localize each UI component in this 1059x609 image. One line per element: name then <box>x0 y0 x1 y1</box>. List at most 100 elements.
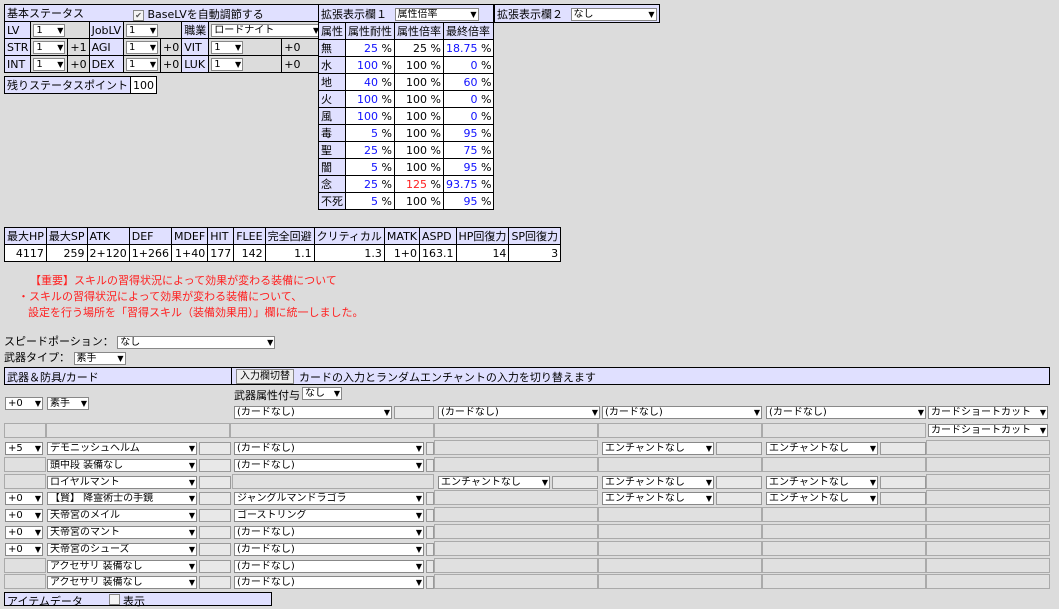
ext1-element: 水 <box>318 56 346 74</box>
equip-enchant-select[interactable]: エンチャントなし <box>602 442 714 455</box>
ext1-resist: 25 <box>364 41 379 55</box>
ext1-final: 0 <box>470 109 478 123</box>
equip-enchant-select[interactable]: エンチャントなし <box>766 476 878 489</box>
equip-refine-select[interactable]: +0 <box>5 509 43 522</box>
equip-enchant-select[interactable]: エンチャントなし <box>602 476 714 489</box>
summary-header: MATK <box>383 227 421 245</box>
stat-str-select[interactable]: 1 <box>33 40 66 54</box>
ext1-row: 地 40 % 100 % 60 % <box>318 73 495 91</box>
equip-item-select[interactable]: 頭中段 装備なし <box>47 459 197 472</box>
equip-refine-select[interactable]: +5 <box>5 442 43 455</box>
equip-card-select[interactable]: (カードなし) <box>234 442 424 455</box>
ext1-element: 風 <box>318 107 346 125</box>
speed-potion-select[interactable]: なし <box>117 335 276 349</box>
equip-card-select[interactable]: ゴーストリング <box>234 509 424 522</box>
summary-value: 142 <box>233 244 266 262</box>
equip-enchant-select[interactable]: エンチャントなし <box>766 492 878 505</box>
equip-enchant-select[interactable]: エンチャントなし <box>602 492 714 505</box>
ext1-element: 聖 <box>318 141 346 159</box>
ext2-title: 拡張表示欄２ <box>497 7 563 21</box>
weapon-card-3-select[interactable]: (カードなし) <box>602 406 762 419</box>
ext1-mult: 100 <box>406 126 428 140</box>
equip-item-select[interactable]: ロイヤルマント <box>47 476 197 489</box>
ext1-resist: 100 <box>357 58 379 72</box>
equip-card-select[interactable]: (カードなし) <box>234 459 424 472</box>
equip-refine-select[interactable]: +0 <box>5 492 43 505</box>
equip-card-select[interactable]: (カードなし) <box>234 526 424 539</box>
ext1-row: 聖 25 % 100 % 75 % <box>318 141 495 159</box>
weapon-card-4-select[interactable]: (カードなし) <box>766 406 926 419</box>
ext1-element: 火 <box>318 90 346 108</box>
equip-item-select[interactable]: 天帝宮のメイル <box>47 509 197 522</box>
equip-item-select[interactable]: アクセサリ 装備なし <box>47 576 197 589</box>
stat-dex-select[interactable]: 1 <box>125 57 158 71</box>
equip-slot-row: +0 【賢】 降霊術士の手鏡 ジャングルマンドラゴラ エンチャントなし エンチャントなし <box>4 490 1050 507</box>
equip-card-select[interactable]: (カードなし) <box>234 543 424 556</box>
weapon-type-label: 武器タイプ： <box>4 351 70 364</box>
ext1-mult: 100 <box>406 160 428 174</box>
stat-luk-label: LUK <box>181 55 210 73</box>
equip-card-select[interactable]: (カードなし) <box>234 576 424 589</box>
equip-card-select[interactable]: (カードなし) <box>234 560 424 573</box>
equip-item-select[interactable]: アクセサリ 装備なし <box>47 560 197 573</box>
equip-item-select[interactable]: デモニッシュヘルム <box>47 442 197 455</box>
ext1-row: 念 25 % 125 % 93.75 % <box>318 175 495 193</box>
autoadjust-checkbox[interactable]: ✔ <box>133 9 144 21</box>
ext2-select[interactable]: なし <box>570 8 657 21</box>
speed-potion-row: スピードポーション： なし <box>4 333 276 349</box>
summary-value: 3 <box>508 244 562 262</box>
summary-header: 最大HP <box>4 227 47 245</box>
ext1-resist: 5 <box>371 160 379 174</box>
ext1-element: 念 <box>318 175 346 193</box>
notice-block: 【重要】スキルの習得状況によって効果が変わる装備について ・スキルの習得状況によ… <box>18 273 364 321</box>
ext1-select[interactable]: 属性倍率 <box>394 8 479 21</box>
card-shortcut-select-1[interactable]: カードショートカット <box>928 406 1048 419</box>
ext-panel-2: 拡張表示欄２ なし <box>494 4 660 23</box>
equip-slot-row: +0 天帝宮のメイル ゴーストリング <box>4 507 1050 524</box>
weapon-row: +0 素手 武器属性付与 なし (カードなし) (カードなし) (カードなし) … <box>4 386 1050 422</box>
summary-value: 163.1 <box>419 244 457 262</box>
stat-agi-select[interactable]: 1 <box>125 40 158 54</box>
card-shortcut-select-2[interactable]: カードショートカット <box>928 424 1048 437</box>
weapon-card-1-select[interactable]: (カードなし) <box>234 406 392 419</box>
summary-header: ASPD <box>419 227 457 245</box>
ext1-resist: 100 <box>357 109 379 123</box>
joblv-select[interactable]: 1 <box>125 23 158 37</box>
weapon-select[interactable]: 素手 <box>47 397 89 410</box>
stat-vit-select[interactable]: 1 <box>211 40 244 54</box>
lv-select[interactable]: 1 <box>33 23 66 37</box>
summary-value: 4117 <box>4 244 47 262</box>
speed-potion-label: スピードポーション： <box>4 335 114 348</box>
equip-card-select[interactable]: ジャングルマンドラゴラ <box>234 492 424 505</box>
weapon-element-select[interactable]: なし <box>302 387 342 400</box>
summary-panel: 最大HP 最大SP ATK DEF MDEF HIT FLEE 完全回避 クリティカル MATK A… <box>4 227 562 262</box>
ext1-final: 95 <box>463 194 478 208</box>
weapon-card-2-select[interactable]: (カードなし) <box>438 406 600 419</box>
input-toggle-button[interactable]: 入力欄切替 <box>236 369 294 384</box>
equip-slot-row: 頭中段 装備なし (カードなし) <box>4 457 1050 474</box>
stat-luk-select[interactable]: 1 <box>211 57 244 71</box>
equip-enchant-select[interactable]: エンチャントなし <box>438 476 550 489</box>
stat-int-label: INT <box>3 55 32 73</box>
equip-refine-select[interactable]: +0 <box>5 543 43 556</box>
remaining-points-value: 100 <box>130 76 157 94</box>
equip-enchant-select[interactable]: エンチャントなし <box>766 442 878 455</box>
weapon-type-select[interactable]: 素手 <box>73 351 126 365</box>
equip-item-select[interactable]: 天帝宮のマント <box>47 526 197 539</box>
ext1-final: 95 <box>463 160 478 174</box>
summary-value: 1+40 <box>170 244 209 262</box>
equip-header: 武器＆防具/カード 入力欄切替 カードの入力とランダムエンチャントの入力を切り替… <box>4 367 1050 385</box>
job-select[interactable]: ロードナイト <box>211 23 322 37</box>
item-data-checkbox[interactable] <box>109 594 120 605</box>
autoadjust-label: BaseLVを自動調節する <box>147 8 264 21</box>
summary-header: HIT <box>207 227 235 245</box>
ext1-element: 闇 <box>318 158 346 176</box>
ext1-final: 0 <box>470 92 478 106</box>
ext1-final: 95 <box>463 126 478 140</box>
weapon-refine-select[interactable]: +0 <box>5 397 43 410</box>
equip-item-select[interactable]: 天帝宮のシューズ <box>47 543 197 556</box>
equip-refine-select[interactable]: +0 <box>5 526 43 539</box>
ext1-element: 不死 <box>318 192 346 210</box>
stat-int-select[interactable]: 1 <box>33 57 66 71</box>
equip-item-select[interactable]: 【賢】 降霊術士の手鏡 <box>47 492 197 505</box>
